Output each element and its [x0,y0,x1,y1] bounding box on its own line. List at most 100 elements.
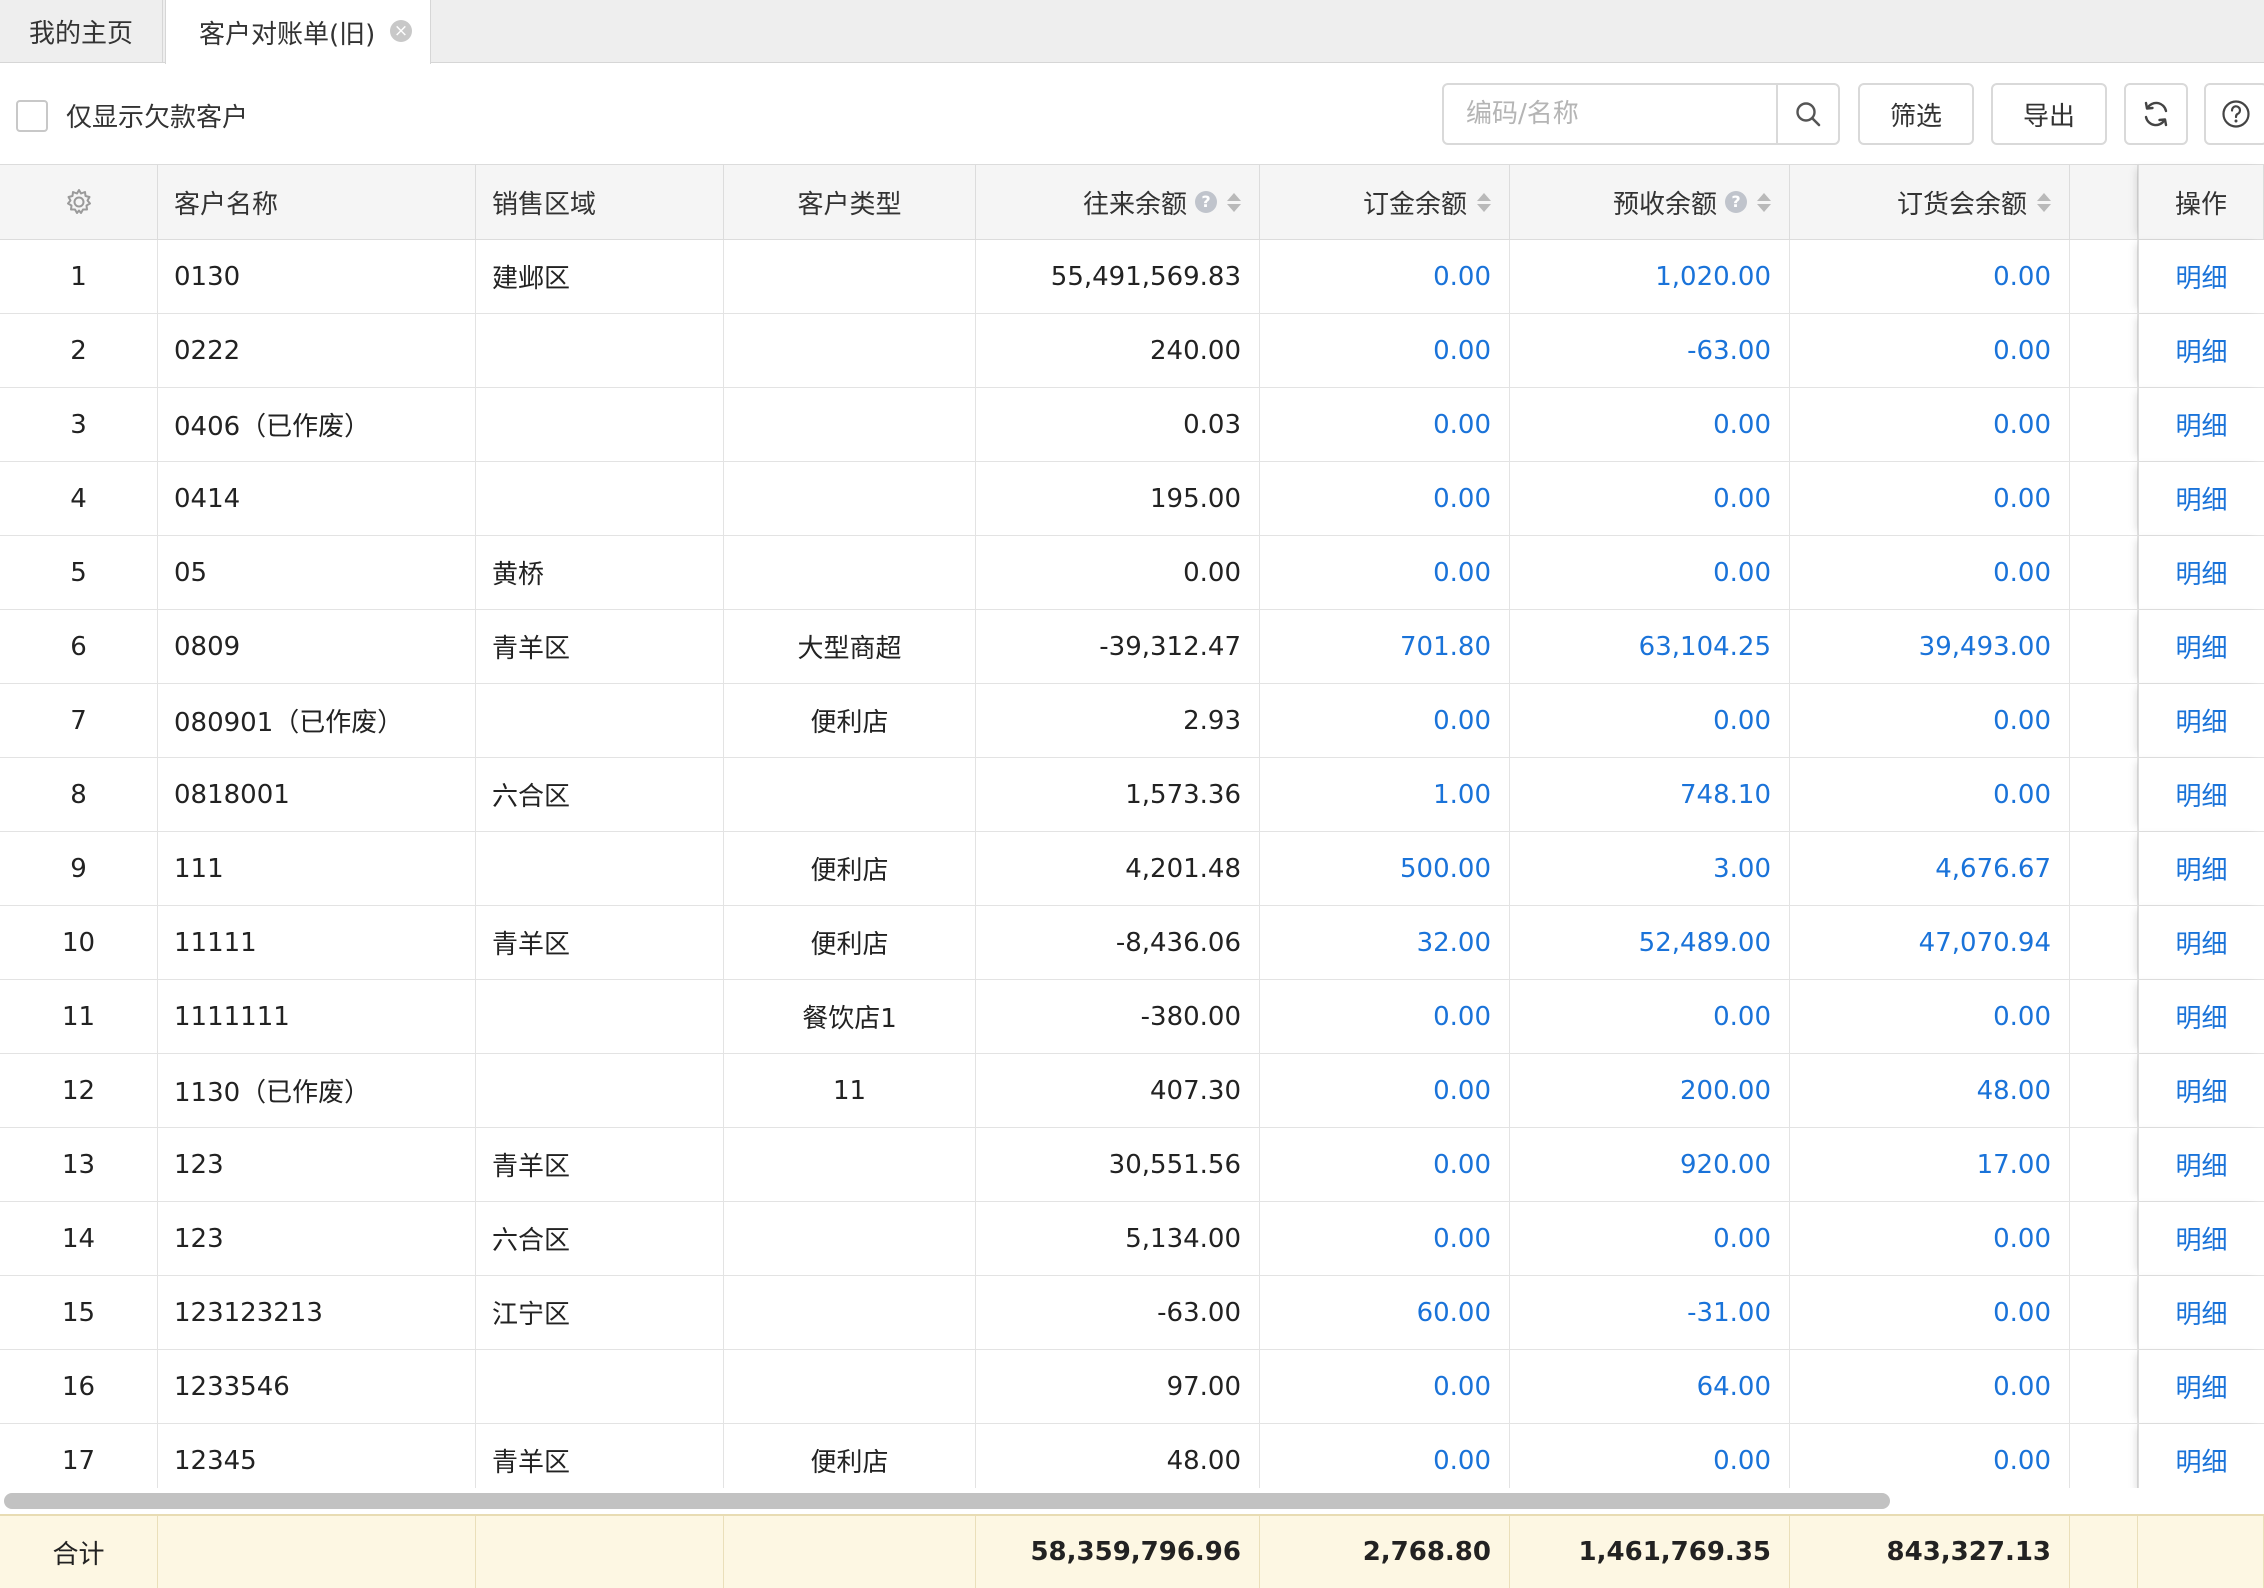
order-meeting-value[interactable]: 0.00 [1790,1350,2070,1423]
order-meeting-value[interactable]: 47,070.94 [1790,906,2070,979]
order-meeting-value[interactable]: 48.00 [1790,1054,2070,1127]
order-meeting-value[interactable]: 0.00 [1790,314,2070,387]
order-meeting-value[interactable]: 0.00 [1790,980,2070,1053]
table-row[interactable]: 3 0406（已作废） 0.03 0.00 0.00 0.00 明细 [0,388,2264,462]
prepaid-value[interactable]: 200.00 [1510,1054,1790,1127]
filter-button[interactable]: 筛选 [1858,83,1974,145]
prepaid-value[interactable]: -31.00 [1510,1276,1790,1349]
prepaid-value[interactable]: 0.00 [1510,536,1790,609]
order-meeting-value[interactable]: 4,676.67 [1790,832,2070,905]
table-row[interactable]: 12 1130（已作废） 11 407.30 0.00 200.00 48.00 明细 [0,1054,2264,1128]
deposit-value[interactable]: 0.00 [1260,314,1510,387]
deposit-value[interactable]: 1.00 [1260,758,1510,831]
deposit-value[interactable]: 0.00 [1260,980,1510,1053]
table-row[interactable]: 11 1111111 餐饮店1 -380.00 0.00 0.00 0.00 明细 [0,980,2264,1054]
search-button[interactable] [1776,85,1838,143]
table-row[interactable]: 16 1233546 97.00 0.00 64.00 0.00 明细 [0,1350,2264,1424]
search-input[interactable] [1444,85,1776,143]
sort-icon[interactable] [1227,192,1241,212]
detail-link[interactable]: 明细 [2138,314,2264,387]
detail-link[interactable]: 明细 [2138,684,2264,757]
table-row[interactable]: 1 0130 建邺区 55,491,569.83 0.00 1,020.00 0.00 明细 [0,240,2264,314]
deposit-value[interactable]: 0.00 [1260,1128,1510,1201]
order-meeting-value[interactable]: 17.00 [1790,1128,2070,1201]
detail-link[interactable]: 明细 [2138,1128,2264,1201]
deposit-value[interactable]: 0.00 [1260,388,1510,461]
detail-link[interactable]: 明细 [2138,536,2264,609]
deposit-value[interactable]: 701.80 [1260,610,1510,683]
help-icon[interactable]: ? [1195,191,1217,213]
close-icon[interactable]: × [390,20,412,42]
detail-link[interactable]: 明细 [2138,832,2264,905]
prepaid-value[interactable]: 748.10 [1510,758,1790,831]
prepaid-value[interactable]: 3.00 [1510,832,1790,905]
only-debt-checkbox[interactable] [16,99,48,132]
detail-link[interactable]: 明细 [2138,1350,2264,1423]
detail-link[interactable]: 明细 [2138,462,2264,535]
detail-link[interactable]: 明细 [2138,1424,2264,1497]
table-row[interactable]: 8 0818001 六合区 1,573.36 1.00 748.10 0.00 明细 [0,758,2264,832]
table-row[interactable]: 10 11111 青羊区 便利店 -8,436.06 32.00 52,489.00 47,0… [0,906,2264,980]
sort-icon[interactable] [1477,192,1491,212]
order-meeting-value[interactable]: 0.00 [1790,240,2070,313]
deposit-value[interactable]: 0.00 [1260,1350,1510,1423]
scrollbar-thumb[interactable] [4,1493,1890,1509]
table-row[interactable]: 17 12345 青羊区 便利店 48.00 0.00 0.00 0.00 明细 [0,1424,2264,1498]
table-row[interactable]: 13 123 青羊区 30,551.56 0.00 920.00 17.00 明细 [0,1128,2264,1202]
export-button[interactable]: 导出 [1991,83,2107,145]
order-meeting-value[interactable]: 39,493.00 [1790,610,2070,683]
prepaid-value[interactable]: -63.00 [1510,314,1790,387]
detail-link[interactable]: 明细 [2138,980,2264,1053]
refresh-button[interactable] [2124,83,2188,145]
tab-customer-statement[interactable]: 客户对账单(旧) × [165,0,431,64]
detail-link[interactable]: 明细 [2138,240,2264,313]
order-meeting-value[interactable]: 0.00 [1790,1202,2070,1275]
detail-link[interactable]: 明细 [2138,758,2264,831]
table-row[interactable]: 5 05 黄桥 0.00 0.00 0.00 0.00 明细 [0,536,2264,610]
column-header-order-meeting[interactable]: 订货会余额 [1790,165,2070,239]
tab-home[interactable]: 我的主页 [0,0,163,63]
prepaid-value[interactable]: 63,104.25 [1510,610,1790,683]
detail-link[interactable]: 明细 [2138,388,2264,461]
order-meeting-value[interactable]: 0.00 [1790,1424,2070,1497]
column-header-balance[interactable]: 往来余额 ? [976,165,1260,239]
table-row[interactable]: 7 080901（已作废） 便利店 2.93 0.00 0.00 0.00 明细 [0,684,2264,758]
deposit-value[interactable]: 0.00 [1260,240,1510,313]
prepaid-value[interactable]: 0.00 [1510,462,1790,535]
order-meeting-value[interactable]: 0.00 [1790,388,2070,461]
table-row[interactable]: 2 0222 240.00 0.00 -63.00 0.00 明细 [0,314,2264,388]
deposit-value[interactable]: 60.00 [1260,1276,1510,1349]
column-header-prepaid[interactable]: 预收余额 ? [1510,165,1790,239]
detail-link[interactable]: 明细 [2138,1276,2264,1349]
deposit-value[interactable]: 500.00 [1260,832,1510,905]
deposit-value[interactable]: 0.00 [1260,462,1510,535]
prepaid-value[interactable]: 1,020.00 [1510,240,1790,313]
order-meeting-value[interactable]: 0.00 [1790,462,2070,535]
order-meeting-value[interactable]: 0.00 [1790,758,2070,831]
prepaid-value[interactable]: 52,489.00 [1510,906,1790,979]
detail-link[interactable]: 明细 [2138,906,2264,979]
table-row[interactable]: 9 111 便利店 4,201.48 500.00 3.00 4,676.67 明细 [0,832,2264,906]
column-header-deposit[interactable]: 订金余额 [1260,165,1510,239]
prepaid-value[interactable]: 0.00 [1510,684,1790,757]
help-icon[interactable]: ? [1725,191,1747,213]
prepaid-value[interactable]: 920.00 [1510,1128,1790,1201]
deposit-value[interactable]: 32.00 [1260,906,1510,979]
deposit-value[interactable]: 0.00 [1260,1202,1510,1275]
prepaid-value[interactable]: 0.00 [1510,1202,1790,1275]
detail-link[interactable]: 明细 [2138,1054,2264,1127]
detail-link[interactable]: 明细 [2138,610,2264,683]
table-row[interactable]: 4 0414 195.00 0.00 0.00 0.00 明细 [0,462,2264,536]
order-meeting-value[interactable]: 0.00 [1790,1276,2070,1349]
help-button[interactable] [2204,83,2264,145]
deposit-value[interactable]: 0.00 [1260,1424,1510,1497]
horizontal-scrollbar[interactable] [0,1488,2264,1514]
only-debt-label[interactable]: 仅显示欠款客户 [66,97,248,134]
prepaid-value[interactable]: 64.00 [1510,1350,1790,1423]
prepaid-value[interactable]: 0.00 [1510,980,1790,1053]
sort-icon[interactable] [1757,192,1771,212]
order-meeting-value[interactable]: 0.00 [1790,684,2070,757]
deposit-value[interactable]: 0.00 [1260,1054,1510,1127]
column-settings[interactable] [0,165,158,239]
deposit-value[interactable]: 0.00 [1260,536,1510,609]
